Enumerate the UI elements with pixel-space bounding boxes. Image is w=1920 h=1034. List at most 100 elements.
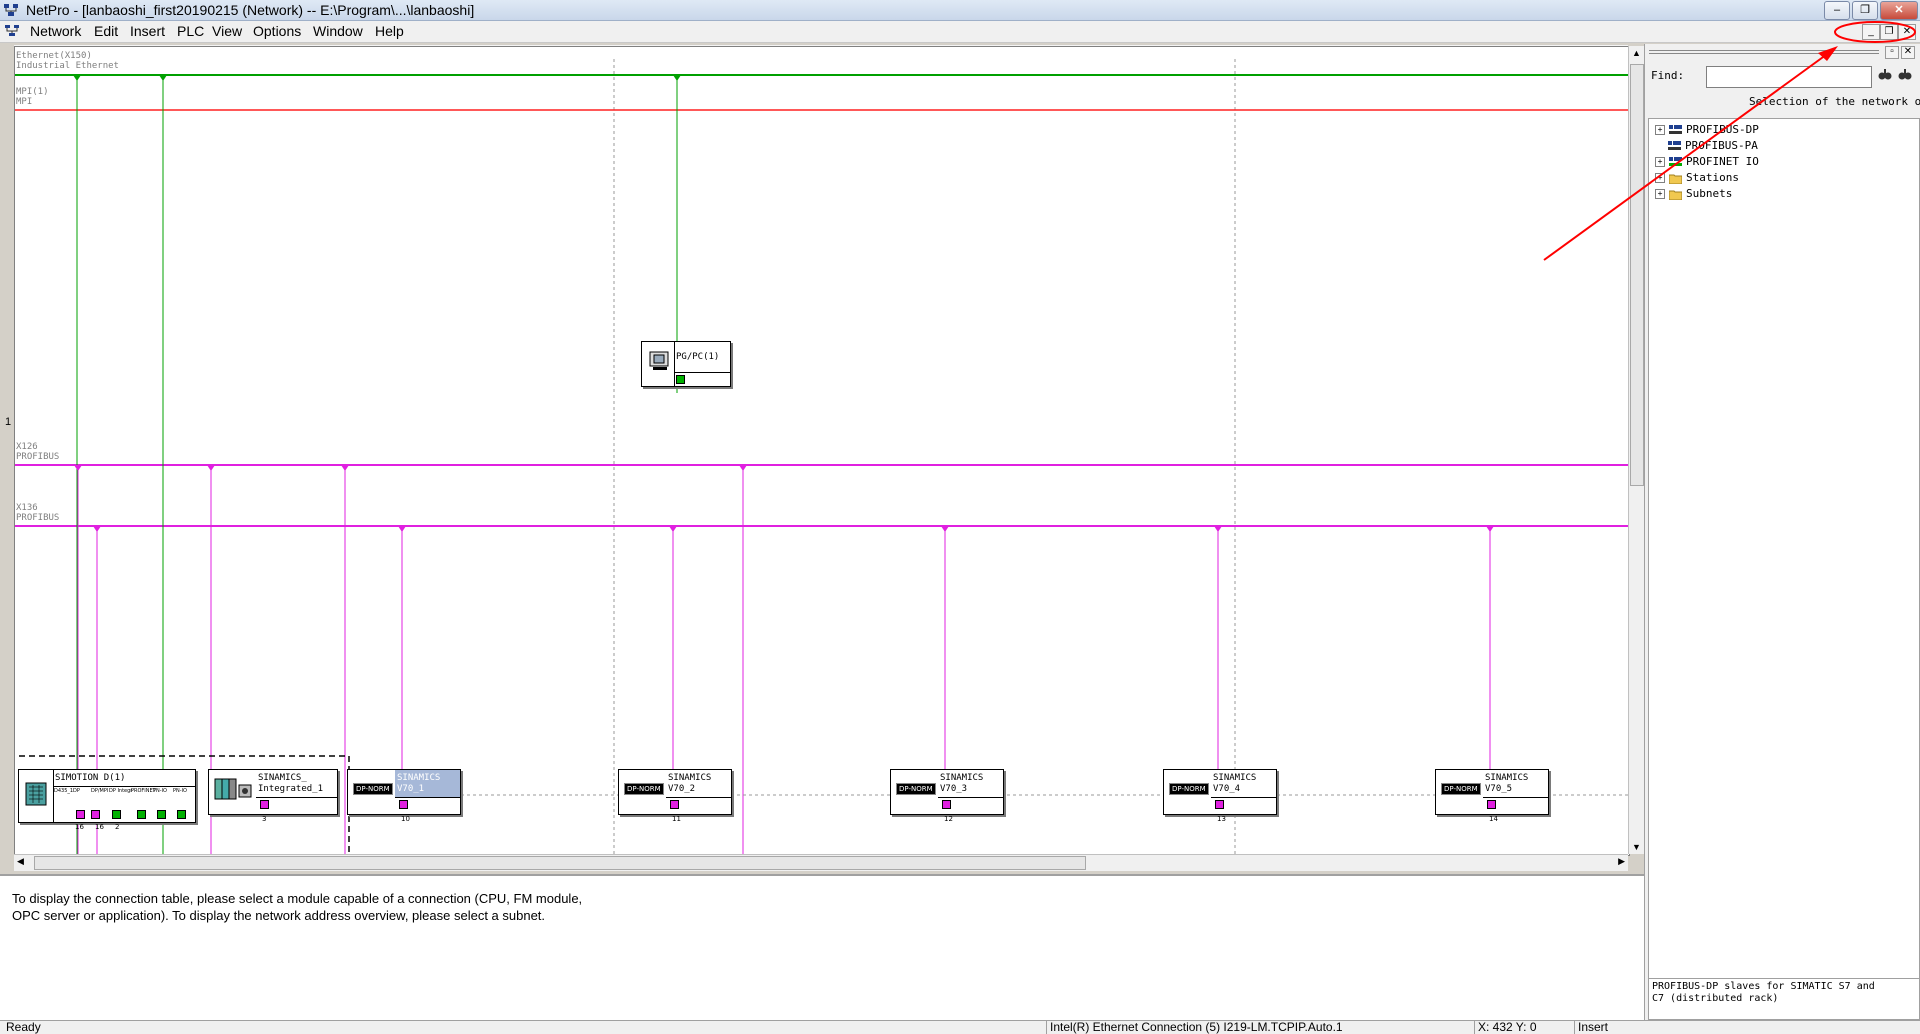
document-icon[interactable] [4, 24, 20, 38]
sinamics-v70-4-station[interactable]: DP-NORM SINAMICS V70_4 [1163, 769, 1277, 815]
simotion-slot-row: D435_1 DP DP/MPI DP Integr PROFINET PN-I… [53, 787, 195, 813]
status-interface: Intel(R) Ethernet Connection (5) I219-LM… [1046, 1021, 1350, 1034]
address-label: 11 [672, 815, 681, 823]
horizontal-scroll-thumb[interactable] [34, 856, 1086, 870]
address-label: 10 [401, 815, 410, 823]
ethernet-port[interactable] [676, 375, 685, 384]
window-close-button[interactable]: ✕ [1880, 1, 1918, 20]
dp-port[interactable] [942, 800, 951, 809]
title-bar: NetPro - [lanbaoshi_first20190215 (Netwo… [0, 0, 1920, 21]
vto1-label: SINAMICS V70_1 [397, 773, 441, 794]
address-label: 2 [115, 823, 120, 831]
simotion-station[interactable]: SIMOTION D(1) D435_1 DP DP/MPI DP Integr… [18, 769, 196, 823]
network-view[interactable]: Ethernet(X150) Industrial Ethernet MPI(1)… [14, 46, 1630, 856]
row-ruler-label: 1 [5, 416, 12, 428]
menu-help[interactable]: Help [375, 23, 404, 39]
tree-item-subnets[interactable]: + Subnets [1655, 187, 1732, 200]
menu-window[interactable]: Window [313, 23, 363, 39]
slot-label: DP/MPI [91, 788, 109, 794]
address-label: 13 [1217, 815, 1226, 823]
slot-label: DP [73, 788, 80, 794]
sinamics-v70-3-station[interactable]: DP-NORM SINAMICS V70_3 [890, 769, 1004, 815]
mdi-minimize-button[interactable]: _ [1862, 24, 1880, 40]
ethernet-port[interactable] [177, 810, 186, 819]
profibus-icon [1669, 124, 1682, 134]
dp-port[interactable] [670, 800, 679, 809]
panel-grip[interactable] [1649, 50, 1879, 54]
dp-port[interactable] [1487, 800, 1496, 809]
ethernet-port[interactable] [137, 810, 146, 819]
expand-icon[interactable]: + [1655, 173, 1665, 183]
dp-port[interactable] [260, 800, 269, 809]
address-label: 16 [75, 823, 84, 831]
catalog-tree[interactable]: + PROFIBUS-DP PROFIBUS-PA + PROFINET IO + S… [1648, 118, 1920, 980]
dp-norm-tag: DP-NORM [1441, 783, 1481, 795]
vertical-scroll-thumb[interactable] [1630, 64, 1644, 486]
mpi-label[interactable]: MPI(1) MPI [16, 87, 49, 107]
description-text: PROFIBUS-DP slaves for SIMATIC S7 and C7… [1652, 981, 1875, 1004]
slot-label: PN-IO [153, 788, 167, 794]
scroll-left-icon[interactable]: ◀ [17, 856, 24, 867]
find-input[interactable] [1706, 66, 1872, 88]
tree-item-profinet-io[interactable]: + PROFINET IO [1655, 155, 1759, 168]
tree-label: PROFIBUS-PA [1685, 139, 1758, 152]
find-down-icon[interactable] [1877, 68, 1893, 82]
panel-close-icon[interactable]: ✕ [1901, 46, 1915, 59]
dp-norm-tag: DP-NORM [353, 783, 393, 795]
dp-port[interactable] [91, 810, 100, 819]
slot-label: PN-IO [173, 788, 187, 794]
ethernet-label[interactable]: Ethernet(X150) Industrial Ethernet [16, 51, 119, 71]
tree-item-profibus-dp[interactable]: + PROFIBUS-DP [1655, 123, 1759, 136]
tree-item-profibus-pa[interactable]: PROFIBUS-PA [1655, 139, 1758, 152]
menu-bar: Network Edit Insert PLC View Options Win… [0, 21, 1920, 43]
menu-options[interactable]: Options [253, 23, 301, 39]
sinamics-v70-1-station[interactable]: DP-NORM SINAMICS V70_1 [347, 769, 461, 815]
hint-line-1: To display the connection table, please … [12, 891, 583, 906]
ethernet-port[interactable] [112, 810, 121, 819]
expand-icon[interactable]: + [1655, 189, 1665, 199]
vto5-label: SINAMICS V70_5 [1485, 773, 1529, 794]
drive-icon [214, 778, 252, 800]
profinet-icon [1669, 156, 1682, 166]
dp-port[interactable] [76, 810, 85, 819]
tree-label: PROFINET IO [1686, 155, 1759, 168]
dp-port[interactable] [1215, 800, 1224, 809]
folder-icon [1669, 190, 1682, 200]
panel-float-button[interactable]: ▫ [1885, 46, 1899, 59]
mdi-close-button[interactable]: ✕ [1898, 24, 1916, 40]
tree-item-stations[interactable]: + Stations [1655, 171, 1739, 184]
mdi-restore-button[interactable]: ❐ [1880, 24, 1898, 40]
menu-edit[interactable]: Edit [94, 23, 118, 39]
find-up-icon[interactable] [1897, 68, 1913, 82]
profibus-x126-label[interactable]: X126 PROFIBUS [16, 442, 59, 462]
menu-plc[interactable]: PLC [177, 23, 204, 39]
window-restore-button[interactable]: ❐ [1852, 1, 1878, 20]
sinamics-integrated-station[interactable]: SINAMICS_ Integrated_1 [208, 769, 338, 815]
pc-icon [649, 351, 669, 370]
profibus-x136-label[interactable]: X136 PROFIBUS [16, 503, 59, 523]
sinamics-v70-2-station[interactable]: DP-NORM SINAMICS V70_2 [618, 769, 732, 815]
netpro-app-icon [4, 4, 18, 16]
expand-icon[interactable]: + [1655, 125, 1665, 135]
vto2-label: SINAMICS V70_2 [668, 773, 712, 794]
scroll-up-icon[interactable]: ▲ [1632, 48, 1641, 58]
slot-label: D435_1 [54, 788, 74, 794]
window-minimize-button[interactable]: – [1824, 1, 1850, 20]
sinamics-v70-5-station[interactable]: DP-NORM SINAMICS V70_5 [1435, 769, 1549, 815]
pgpc-station[interactable]: PG/PC(1) [641, 341, 731, 387]
ethernet-port[interactable] [157, 810, 166, 819]
menu-network[interactable]: Network [30, 23, 81, 39]
status-coordinates: X: 432 Y: 0 [1474, 1021, 1574, 1034]
scroll-down-icon[interactable]: ▼ [1632, 842, 1641, 852]
dp-port[interactable] [399, 800, 408, 809]
expand-icon[interactable]: + [1655, 157, 1665, 167]
address-label: 3 [262, 815, 267, 823]
simotion-icon [25, 782, 47, 806]
catalog-description: PROFIBUS-DP slaves for SIMATIC S7 and C7… [1648, 978, 1920, 1020]
scroll-right-icon[interactable]: ▶ [1618, 856, 1625, 867]
folder-icon [1669, 174, 1682, 184]
selection-label: Selection of the network obj [1749, 95, 1920, 108]
connection-hint-text: To display the connection table, please … [12, 890, 692, 924]
menu-insert[interactable]: Insert [130, 23, 165, 39]
menu-view[interactable]: View [212, 23, 242, 39]
